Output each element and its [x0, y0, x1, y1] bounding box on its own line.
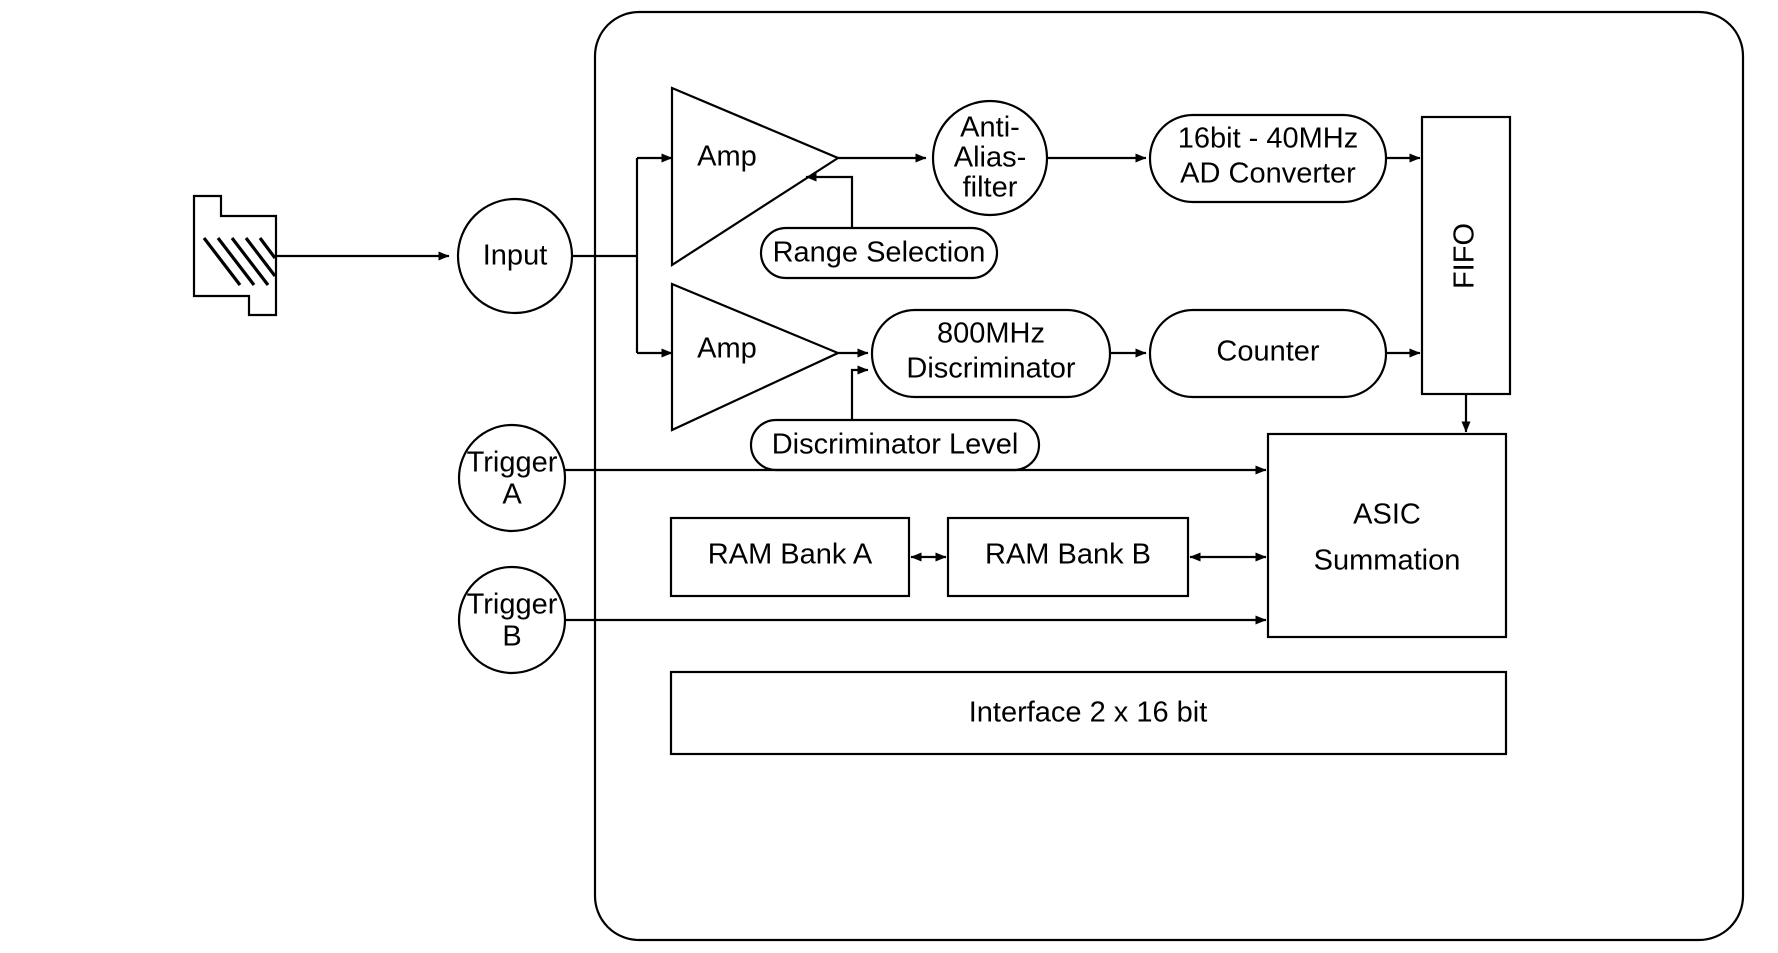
node-anti-alias-filter-line3: filter — [963, 172, 1018, 204]
node-input: Input — [456, 197, 574, 315]
node-ram-bank-b-label: RAM Bank B — [985, 539, 1151, 571]
node-ram-bank-a-label: RAM Bank A — [708, 539, 873, 571]
node-trigger-a-line1: Trigger — [467, 447, 558, 479]
detector-crystal-icon — [192, 194, 278, 317]
node-trigger-b: Trigger B — [457, 565, 567, 675]
node-ram-bank-a: RAM Bank A — [669, 516, 911, 598]
block-diagram-svg: Input Amp Range Selection Anti- Alias- f… — [192, 10, 1745, 942]
node-amp-top-label: Amp — [697, 141, 757, 173]
node-trigger-b-line2: B — [502, 621, 521, 653]
node-input-label: Input — [483, 240, 548, 272]
node-discriminator-line2: Discriminator — [906, 353, 1076, 385]
node-asic-summation: ASIC Summation — [1266, 432, 1508, 639]
node-fifo-label: FIFO — [1449, 223, 1481, 289]
node-amp-bottom: Amp — [670, 282, 841, 432]
node-ad-converter-line1: 16bit - 40MHz — [1178, 123, 1359, 155]
node-range-selection: Range Selection — [759, 226, 999, 280]
node-counter: Counter — [1148, 308, 1388, 399]
node-anti-alias-filter-line2: Alias- — [954, 142, 1027, 174]
node-anti-alias-filter: Anti- Alias- filter — [931, 99, 1049, 217]
node-discriminator-level-label: Discriminator Level — [772, 429, 1019, 461]
node-interface: Interface 2 x 16 bit — [669, 670, 1508, 756]
node-counter-label: Counter — [1216, 336, 1320, 368]
node-range-selection-label: Range Selection — [773, 237, 986, 269]
node-interface-label: Interface 2 x 16 bit — [969, 697, 1208, 729]
node-discriminator: 800MHz Discriminator — [870, 308, 1112, 399]
node-trigger-a-line2: A — [502, 479, 522, 511]
node-ad-converter-line2: AD Converter — [1180, 158, 1356, 190]
node-discriminator-line1: 800MHz — [937, 318, 1045, 350]
node-discriminator-level: Discriminator Level — [749, 418, 1041, 472]
block-diagram-canvas: Input Amp Range Selection Anti- Alias- f… — [0, 0, 1778, 953]
node-anti-alias-filter-line1: Anti- — [960, 112, 1020, 144]
node-ad-converter: 16bit - 40MHz AD Converter — [1148, 113, 1388, 204]
detector-hatch-icon — [202, 237, 277, 286]
conn-range-selection-to-amp — [805, 172, 854, 228]
node-trigger-b-line1: Trigger — [467, 589, 558, 621]
node-asic-line1: ASIC — [1353, 499, 1421, 531]
node-asic-line2: Summation — [1314, 545, 1461, 577]
conn-disc-level-to-discriminator — [850, 365, 869, 420]
node-trigger-a: Trigger A — [457, 423, 567, 533]
node-fifo: FIFO — [1420, 115, 1512, 396]
node-ram-bank-b: RAM Bank B — [946, 516, 1190, 598]
node-amp-bottom-label: Amp — [697, 333, 757, 365]
